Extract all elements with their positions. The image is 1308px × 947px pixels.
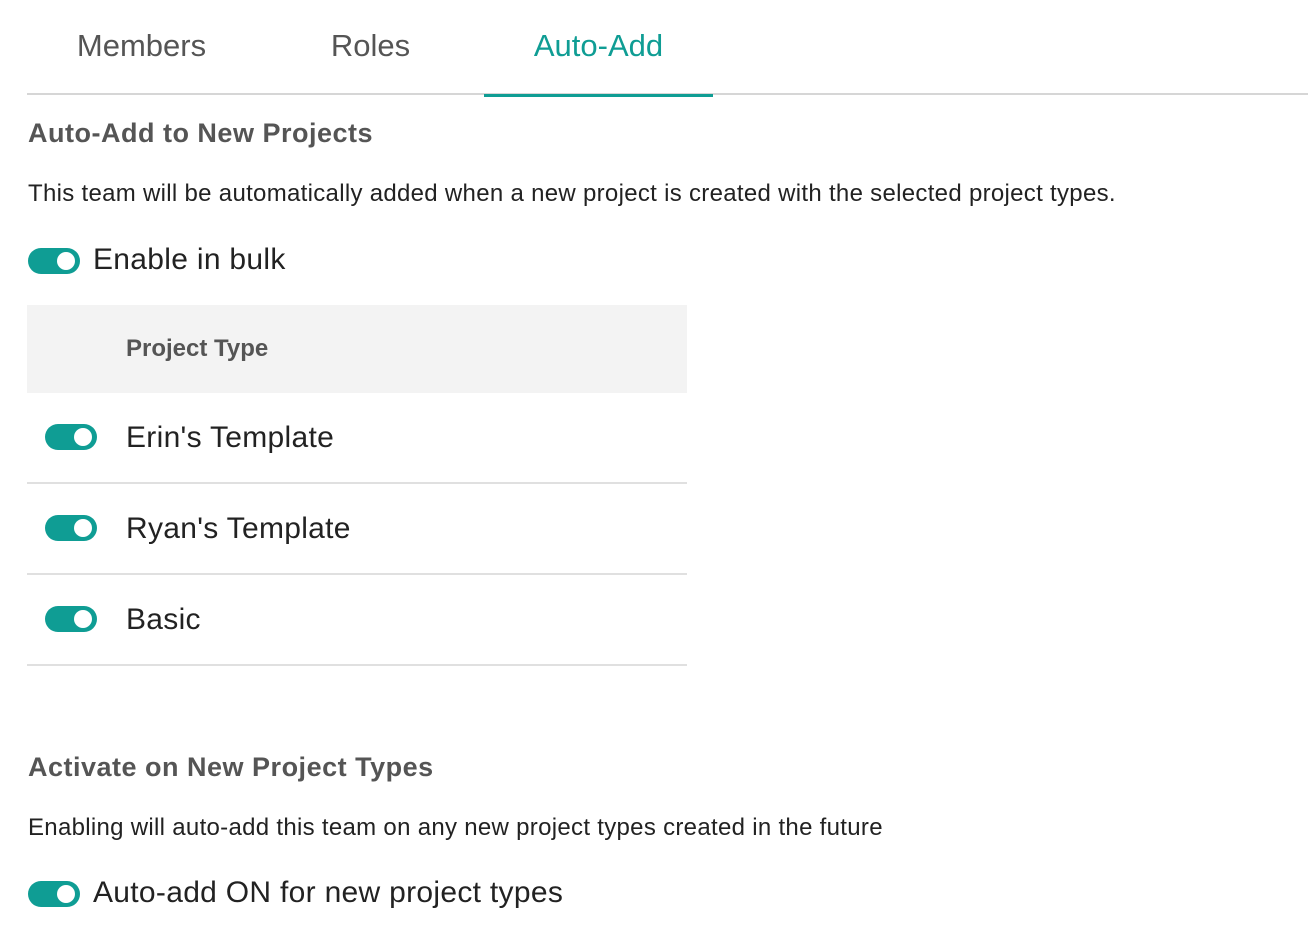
toggle-knob <box>74 428 92 446</box>
toggle-knob <box>74 519 92 537</box>
basic-toggle[interactable] <box>45 606 97 632</box>
enable-in-bulk-label: Enable in bulk <box>93 243 286 276</box>
activate-section-title: Activate on New Project Types <box>28 752 434 782</box>
project-type-name: Erin's Template <box>126 421 335 454</box>
table-row: Ryan's Template <box>27 484 687 575</box>
tab-bar: Members Roles Auto-Add <box>27 0 1308 97</box>
tab-roles[interactable]: Roles <box>256 0 485 95</box>
toggle-knob <box>57 252 75 270</box>
toggle-knob <box>57 885 75 903</box>
activate-description: Enabling will auto-add this team on any … <box>28 814 883 841</box>
tab-members[interactable]: Members <box>27 0 256 95</box>
project-type-name: Ryan's Template <box>126 512 351 545</box>
toggle-knob <box>74 610 92 628</box>
auto-add-page: Members Roles Auto-Add Auto-Add to New P… <box>0 0 1308 947</box>
ryans-template-toggle[interactable] <box>45 515 97 541</box>
auto-add-section-title: Auto-Add to New Projects <box>28 118 374 148</box>
table-header: Project Type <box>27 305 687 393</box>
erins-template-toggle[interactable] <box>45 424 97 450</box>
project-type-name: Basic <box>126 603 201 636</box>
auto-add-new-types-toggle[interactable] <box>28 881 80 907</box>
enable-in-bulk-toggle[interactable] <box>28 248 80 274</box>
tab-auto-add[interactable]: Auto-Add <box>484 0 713 97</box>
auto-add-description: This team will be automatically added wh… <box>28 180 1116 207</box>
project-type-table: Project Type Erin's Template Ryan's Temp… <box>27 305 687 666</box>
project-type-column-header: Project Type <box>126 335 269 362</box>
table-row: Erin's Template <box>27 393 687 484</box>
auto-add-new-types-label: Auto-add ON for new project types <box>93 876 564 909</box>
table-row: Basic <box>27 575 687 666</box>
